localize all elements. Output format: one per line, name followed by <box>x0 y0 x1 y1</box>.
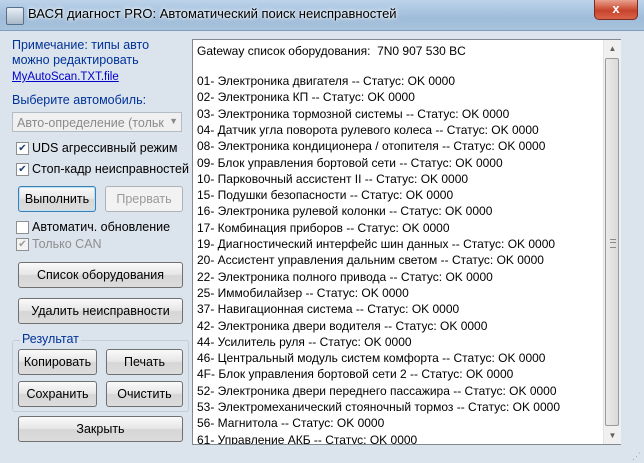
print-button[interactable]: Печать <box>106 349 183 375</box>
gateway-header: Gateway список оборудования: 7N0 907 530… <box>197 44 466 58</box>
result-line: 08- Электроника кондиционера / отопителя… <box>197 139 546 154</box>
chevron-down-icon: ▼ <box>169 116 178 126</box>
resize-grip-icon[interactable]: ⋰ <box>632 451 642 461</box>
result-line: 25- Иммобилайзер -- Статус: OK 0000 <box>197 285 409 300</box>
result-line: 20- Ассистент управления дальним светом … <box>197 253 544 268</box>
result-line: 19- Диагностический интерфейс шин данных… <box>197 237 556 251</box>
uds-aggressive-label: UDS агрессивный режим <box>32 141 178 155</box>
freeze-frame-label: Стоп-кадр неисправностей <box>32 162 189 176</box>
result-group-title: Результат <box>20 332 81 346</box>
result-line: 10- Парковочный ассистент II -- Статус: … <box>197 171 469 186</box>
result-line: 52- Электроника двери переднего пассажир… <box>197 383 557 398</box>
result-line: 44- Усилитель руля -- Статус: OK 0000 <box>197 334 412 349</box>
result-line: 56- Магнитола -- Статус: OK 0000 <box>197 416 385 431</box>
copy-button[interactable]: Копировать <box>18 349 97 375</box>
result-line: 04- Датчик угла поворота рулевого колеса… <box>197 122 539 137</box>
result-line: 03- Электроника тормозной системы -- Ста… <box>197 106 510 121</box>
result-line: 22- Электроника полного привода -- Стату… <box>197 269 493 284</box>
result-line: 09- Блок управления бортовой сети -- Ста… <box>197 155 503 170</box>
abort-button[interactable]: Прервать <box>105 186 183 212</box>
scrollbar-thumb[interactable] <box>605 58 619 426</box>
checkbox-box: ✔ <box>16 163 29 176</box>
app-icon <box>6 7 24 25</box>
scroll-up-icon[interactable]: ▲ <box>604 40 621 57</box>
result-line: 16- Электроника рулевой колонки -- Стату… <box>197 204 493 219</box>
car-select-label: Выберите автомобиль: <box>12 93 147 107</box>
run-button[interactable]: Выполнить <box>18 186 96 212</box>
result-line: 61- Управление АКБ -- Статус: OK 0000 <box>197 432 418 445</box>
title-bar: ВАСЯ диагност PRO: Автоматический поиск … <box>0 0 644 31</box>
result-line: 17- Комбинация приборов -- Статус: OK 00… <box>197 220 450 235</box>
result-line: 37- Навигационная система -- Статус: OK … <box>197 302 460 317</box>
results-list[interactable]: Gateway список оборудования: 7N0 907 530… <box>192 39 621 445</box>
result-line: 4F- Блок управления бортовой сети 2 -- С… <box>197 367 514 382</box>
car-select[interactable]: Авто-определение (тольк ▼ <box>12 112 182 132</box>
car-select-value: Авто-определение (тольк <box>17 116 164 130</box>
can-only-label: Только CAN <box>32 237 102 251</box>
clear-button[interactable]: Очистить <box>106 381 183 407</box>
close-window-button[interactable]: x <box>594 0 638 20</box>
result-line: 15- Подушки безопасности -- Статус: OK 0… <box>197 188 454 203</box>
window-title: ВАСЯ диагност PRO: Автоматический поиск … <box>28 6 397 21</box>
result-line: 02- Электроника КП -- Статус: OK 0000 <box>197 90 415 105</box>
clear-faults-button[interactable]: Удалить неисправности <box>18 298 183 324</box>
config-file-link[interactable]: MyAutoScan.TXT.file <box>12 71 119 83</box>
grip-icon <box>610 239 616 248</box>
result-line: 42- Электроника двери водителя -- Статус… <box>197 318 488 333</box>
auto-update-label: Автоматич. обновление <box>32 220 171 234</box>
scroll-down-icon[interactable]: ▼ <box>604 427 621 444</box>
results-scrollbar[interactable]: ▲ ▼ <box>603 40 621 444</box>
checkbox-box: ✔ <box>16 238 29 251</box>
result-line: 46- Центральный модуль систем комфорта -… <box>197 351 546 366</box>
result-line: 01- Электроника двигателя -- Статус: OK … <box>197 74 456 88</box>
close-button[interactable]: Закрыть <box>18 416 183 442</box>
save-button[interactable]: Сохранить <box>18 381 97 407</box>
note-text: Примечание: типы авто можно редактироват… <box>12 38 150 67</box>
result-line: 53- Электромеханический стояночный тормо… <box>197 400 560 414</box>
checkbox-box: ✔ <box>16 142 29 155</box>
equipment-list-button[interactable]: Список оборудования <box>18 262 183 288</box>
checkbox-box <box>16 221 29 234</box>
